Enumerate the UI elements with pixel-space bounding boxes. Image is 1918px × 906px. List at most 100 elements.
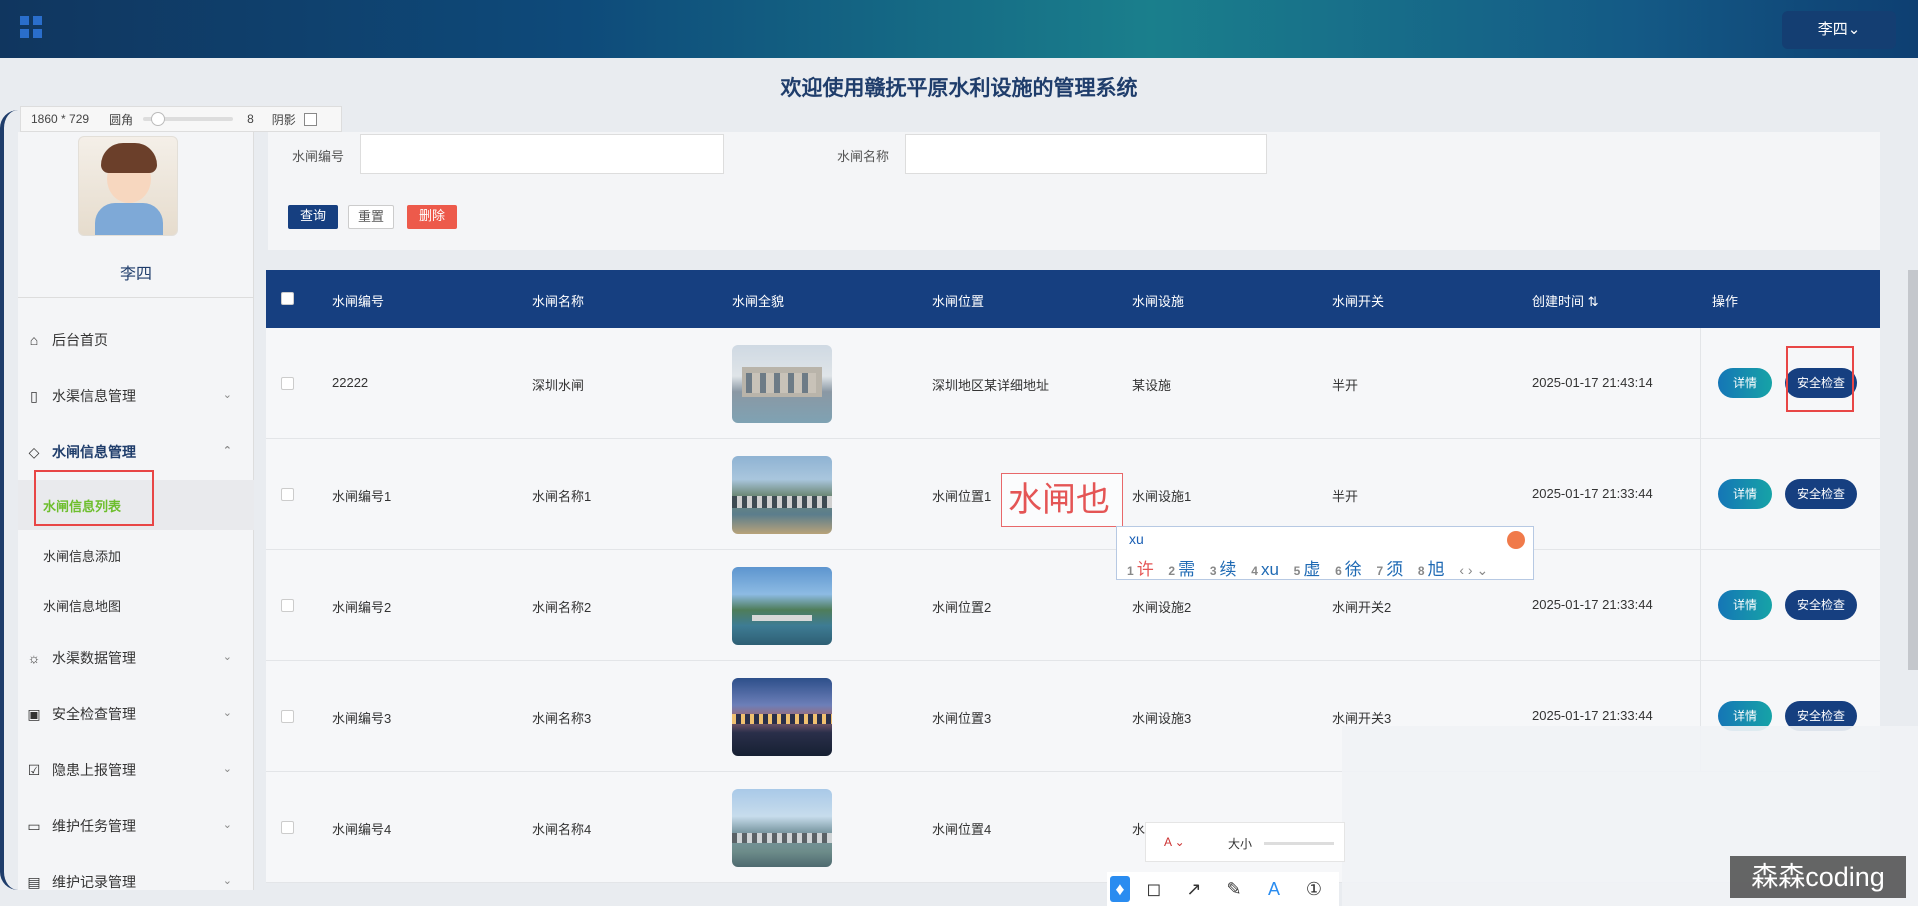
chevron-up-icon: ⌃ (222, 445, 232, 457)
gate-photo (732, 678, 832, 756)
ime-candidate[interactable]: 1许 (1127, 560, 1154, 579)
col-header-sortable[interactable]: 创建时间 ⇅ (1532, 291, 1599, 310)
size-label: 大小 (1228, 837, 1253, 851)
sidebar-item-canal-info[interactable]: ▯ 水渠信息管理 ⌄ (18, 368, 254, 424)
row-checkbox[interactable] (281, 821, 294, 834)
row-checkbox[interactable] (281, 377, 294, 390)
cell-location: 水闸位置4 (932, 822, 992, 837)
sidebar-item-maintenance-record[interactable]: ▤ 维护记录管理 ⌄ (18, 854, 254, 906)
delete-button[interactable]: 删除 (407, 205, 457, 229)
inbox-icon: ▣ (27, 706, 41, 722)
sidebar-item-label: 维护任务管理 (52, 818, 136, 834)
sidebar-menu: ⌂ 后台首页 ▯ 水渠信息管理 ⌄ ◇ 水闸信息管理 ⌃ 水闸信息列表 水闸信息… (18, 312, 254, 906)
cell-name: 深圳水闸 (532, 378, 585, 393)
safety-check-button[interactable]: 安全检查 (1785, 479, 1857, 509)
draw-toolbar: ♦ ◻ ↗ ✎ A ① (1107, 872, 1339, 906)
shadow-checkbox[interactable] (303, 112, 317, 126)
row-checkbox[interactable] (281, 488, 294, 501)
cell-time: 2025-01-17 21:43:14 (1532, 375, 1653, 390)
font-color-picker[interactable]: A ⌄ (1164, 835, 1185, 849)
sidebar-item-label: 安全检查管理 (52, 706, 136, 722)
clipboard-icon: ☑ (27, 762, 41, 778)
arrow-icon[interactable]: ↗ (1181, 876, 1207, 902)
tag-icon: ◇ (28, 444, 40, 460)
ime-candidate[interactable]: 5虚 (1294, 560, 1321, 579)
cell-facility: 水 (1132, 822, 1146, 837)
sidebar-subitem-gate-add[interactable]: 水闸信息添加 (18, 530, 254, 580)
corner-slider[interactable] (143, 112, 234, 126)
ime-candidate[interactable]: 8旭 (1418, 560, 1445, 579)
cell-name: 水闸名称1 (532, 489, 592, 504)
draw-properties-panel: A ⌄ 大小 (1145, 822, 1345, 862)
col-header: 水闸位置 (932, 294, 985, 309)
corner-label: 圆角 (109, 112, 134, 127)
ime-candidate[interactable]: 4 xu (1251, 560, 1279, 579)
ime-candidate[interactable]: 6徐 (1335, 560, 1362, 579)
gate-photo (732, 567, 832, 645)
sidebar-item-home[interactable]: ⌂ 后台首页 (18, 312, 254, 368)
detail-button[interactable]: 详情 (1718, 479, 1772, 509)
ime-nav[interactable]: ‹ › ⌄ (1459, 562, 1488, 578)
chevron-down-icon: ⌄ (222, 651, 232, 663)
sidebar-item-safety[interactable]: ▣ 安全检查管理 ⌄ (18, 686, 254, 742)
ime-candidate[interactable]: 2需 (1168, 560, 1195, 579)
highlight-box-sidebar (34, 470, 154, 526)
gate-code-input[interactable] (360, 134, 724, 174)
col-header: 水闸开关 (1332, 294, 1385, 309)
sidebar-item-label: 水渠信息管理 (52, 388, 136, 404)
cell-time: 2025-01-17 21:33:44 (1532, 486, 1653, 501)
gate-name-label: 水闸名称 (837, 149, 890, 164)
sun-icon: ☼ (27, 650, 41, 666)
highlight-box-safety-check (1786, 346, 1854, 412)
sidebar-item-canal-data[interactable]: ☼ 水渠数据管理 ⌄ (18, 630, 254, 686)
row-checkbox[interactable] (281, 710, 294, 723)
number-marker-icon[interactable]: ① (1301, 876, 1327, 902)
sidebar-item-maintenance-task[interactable]: ▭ 维护任务管理 ⌄ (18, 798, 254, 854)
scrollbar[interactable] (1908, 270, 1918, 670)
cell-code: 水闸编号3 (332, 711, 392, 726)
cell-switch: 水闸开关3 (1332, 711, 1392, 726)
corner-value: 8 (247, 112, 254, 126)
sidebar-item-hazard[interactable]: ☑ 隐患上报管理 ⌄ (18, 742, 254, 798)
safety-check-button[interactable]: 安全检查 (1785, 590, 1857, 620)
ime-candidate[interactable]: 3续 (1210, 560, 1237, 579)
cell-location: 水闸位置1 (932, 489, 992, 504)
pen-icon[interactable]: ✎ (1221, 876, 1247, 902)
bookmark-icon: ▯ (30, 388, 38, 404)
detail-button[interactable]: 详情 (1718, 368, 1772, 398)
cell-facility: 水闸设施3 (1132, 711, 1192, 726)
sidebar-item-label: 维护记录管理 (52, 874, 136, 890)
shape-icon[interactable]: ◻ (1141, 876, 1167, 902)
gate-name-input[interactable] (905, 134, 1267, 174)
chevron-down-icon: ⌄ (222, 707, 232, 719)
user-menu-button[interactable]: 李四⌄ (1782, 11, 1896, 49)
ime-emoji-icon[interactable] (1507, 531, 1525, 549)
row-checkbox[interactable] (281, 599, 294, 612)
pin-icon[interactable]: ♦ (1110, 876, 1130, 902)
apps-grid-icon[interactable] (20, 16, 42, 38)
cell-code: 22222 (332, 375, 369, 390)
ime-candidate[interactable]: 7须 (1377, 560, 1404, 579)
cell-location: 深圳地区某详细地址 (932, 378, 1050, 393)
cell-code: 水闸编号2 (332, 600, 392, 615)
gate-photo (732, 345, 832, 423)
cell-name: 水闸名称2 (532, 600, 592, 615)
cell-location: 水闸位置2 (932, 600, 992, 615)
detail-button[interactable]: 详情 (1718, 590, 1772, 620)
query-button[interactable]: 查询 (288, 205, 338, 229)
table-row: 水闸编号2 水闸名称2 水闸位置2 水闸设施2 水闸开关2 2025-01-17… (266, 550, 1880, 661)
cell-time: 2025-01-17 21:33:44 (1532, 708, 1653, 723)
text-icon[interactable]: A (1261, 876, 1287, 902)
reset-button[interactable]: 重置 (348, 205, 394, 229)
sidebar-item-label: 水闸信息管理 (52, 444, 136, 460)
watermark: 森森coding (1730, 856, 1906, 898)
select-all-checkbox[interactable] (281, 292, 294, 305)
cell-location: 水闸位置3 (932, 711, 992, 726)
size-slider[interactable] (1264, 842, 1334, 845)
table-header: 水闸编号 水闸名称 水闸全貌 水闸位置 水闸设施 水闸开关 创建时间 ⇅ 操作 (266, 270, 1880, 328)
sidebar-username: 李四 (119, 266, 152, 283)
sidebar-subitem-gate-map[interactable]: 水闸信息地图 (18, 580, 254, 630)
cell-facility: 水闸设施1 (1132, 489, 1192, 504)
top-bar: 李四⌄ (0, 0, 1918, 58)
ime-candidates: 1许 2需 3续 4 xu 5虚 6徐 7须 8旭 ‹ › ⌄ (1127, 555, 1498, 580)
